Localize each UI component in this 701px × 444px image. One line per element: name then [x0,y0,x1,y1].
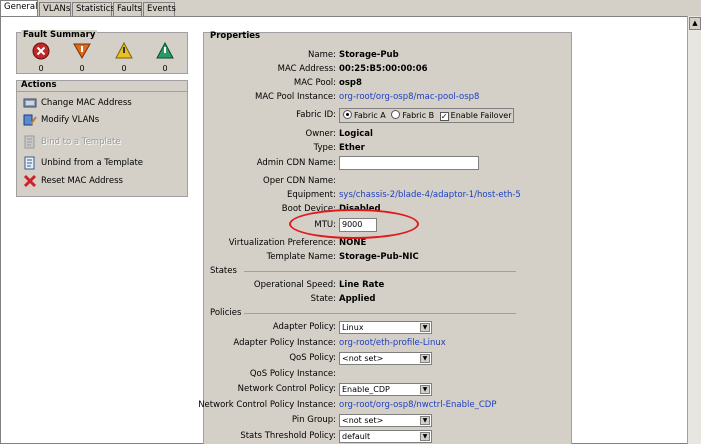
major-fault[interactable]: 0 [72,42,92,73]
name-value: Storage-Pub [339,50,399,60]
owner-row: Owner: Logical [204,127,564,142]
fault-summary-title: Fault Summary [21,30,98,40]
pin-group-row: Pin Group: <not set> ▼ [204,413,564,428]
qos-policy-select[interactable]: <not set> ▼ [339,352,432,365]
type-value: Ether [339,143,365,153]
dropdown-arrow-icon: ▼ [420,323,430,332]
states-divider [244,271,516,272]
adapter-policy-instance-row: Adapter Policy Instance: org-root/eth-pr… [204,336,564,351]
states-section-title: States [210,266,237,276]
major-fault-count: 0 [79,64,85,73]
fabric-a-radio[interactable]: Fabric A [340,110,386,120]
fault-summary-panel: Fault Summary 0 0 0 0 [16,30,188,74]
vlan-edit-icon [23,114,37,125]
bind-to-template-action[interactable]: Bind to a Template [23,134,121,150]
reset-mac-address-action[interactable]: Reset MAC Address [23,173,123,189]
mac-pool-instance-row: MAC Pool Instance: org-root/org-osp8/mac… [204,90,564,105]
owner-value: Logical [339,129,373,139]
actions-divider [17,91,187,92]
tab-vlans[interactable]: VLANs [39,2,71,17]
mtu-highlight-annotation [289,209,419,239]
policies-divider [244,313,516,314]
mac-address-value: 00:25:B5:00:00:06 [339,64,428,74]
warning-fault-icon [156,41,174,59]
pin-group-select[interactable]: <not set> ▼ [339,414,432,427]
fabric-b-radio[interactable]: Fabric B [388,110,434,120]
adapter-policy-select[interactable]: Linux ▼ [339,321,432,334]
virtualization-preference-row: Virtualization Preference: NONE [204,236,564,251]
admin-cdn-row: Admin CDN Name: [204,156,564,171]
properties-title: Properties [210,31,261,41]
major-fault-icon [73,43,91,60]
actions-panel: Actions Change MAC Address Modify VLANs … [16,80,188,197]
bind-template-icon [24,135,35,148]
minor-fault-icon [115,41,133,59]
tab-events[interactable]: Events [143,2,176,17]
mac-edit-icon [23,98,37,107]
adapter-policy-instance-link[interactable]: org-root/eth-profile-Linux [339,336,446,351]
template-name-row: Template Name: Storage-Pub-NIC [204,250,564,265]
equipment-link[interactable]: sys/chassis-2/blade-4/adaptor-1/host-eth… [339,188,521,203]
equipment-row: Equipment: sys/chassis-2/blade-4/adaptor… [204,188,564,203]
mac-pool-row: MAC Pool: osp8 [204,76,564,91]
reset-x-icon [23,174,37,187]
tab-bar: General VLANs Statistics Faults Events [0,0,701,17]
change-mac-address-action[interactable]: Change MAC Address [23,95,132,111]
vertical-scrollbar[interactable]: ▲ [687,16,701,444]
type-row: Type: Ether [204,141,564,156]
operational-speed-row: Operational Speed: Line Rate [204,278,564,293]
minor-fault-count: 0 [121,64,127,73]
radio-empty-icon [391,110,401,119]
modify-vlans-action[interactable]: Modify VLANs [23,112,99,128]
enable-failover-checkbox[interactable]: ✓ Enable Failover [437,111,512,121]
fabric-id-row: Fabric ID: Fabric A Fabric B ✓ Enable Fai… [204,108,564,123]
unbind-template-icon [24,156,35,169]
checkmark-icon: ✓ [439,112,449,121]
mac-pool-value: osp8 [339,78,362,88]
tab-faults[interactable]: Faults [113,2,142,17]
admin-cdn-name-input[interactable] [339,156,479,170]
critical-fault[interactable]: 0 [31,42,51,73]
warning-fault-count: 0 [162,64,168,73]
qos-policy-row: QoS Policy: <not set> ▼ [204,351,564,366]
dropdown-arrow-icon: ▼ [420,432,430,441]
critical-fault-count: 0 [38,64,44,73]
dropdown-arrow-icon: ▼ [420,416,430,425]
policies-section-title: Policies [210,308,242,318]
state-value: Applied [339,294,376,304]
qos-policy-instance-row: QoS Policy Instance: [249,369,336,379]
stats-threshold-policy-select[interactable]: default ▼ [339,430,432,443]
network-control-policy-select[interactable]: Enable_CDP ▼ [339,383,432,396]
tab-general[interactable]: General [0,0,38,17]
fabric-id-group: Fabric A Fabric B ✓ Enable Failover [339,108,514,123]
oper-cdn-row: Oper CDN Name: [263,176,336,186]
state-row: State: Applied [204,292,564,307]
mac-pool-instance-link[interactable]: org-root/org-osp8/mac-pool-osp8 [339,90,479,105]
actions-title: Actions [21,80,57,90]
radio-selected-icon [343,110,352,119]
minor-fault[interactable]: 0 [114,41,134,73]
warning-fault[interactable]: 0 [155,41,175,73]
tab-statistics[interactable]: Statistics [72,2,115,17]
template-name-value: Storage-Pub-NIC [339,252,419,262]
mac-address-row: MAC Address: 00:25:B5:00:00:06 [204,62,564,77]
unbind-from-template-action[interactable]: Unbind from a Template [23,155,143,171]
adapter-policy-row: Adapter Policy: Linux ▼ [204,320,564,335]
stats-threshold-policy-row: Stats Threshold Policy: default ▼ [204,429,564,444]
dropdown-arrow-icon: ▼ [420,354,430,363]
critical-fault-icon [32,42,50,60]
properties-panel: Properties Name: Storage-Pub MAC Address… [198,31,572,444]
name-row: Name: Storage-Pub [204,48,564,63]
dropdown-arrow-icon: ▼ [420,385,430,394]
scroll-up-button[interactable]: ▲ [689,17,701,30]
network-control-policy-row: Network Control Policy: Enable_CDP ▼ [204,382,564,397]
network-control-policy-instance-link[interactable]: org-root/org-osp8/nwctrl-Enable_CDP [339,398,496,413]
network-control-policy-instance-row: Network Control Policy Instance: org-roo… [198,398,564,413]
operational-speed-value: Line Rate [339,280,385,290]
